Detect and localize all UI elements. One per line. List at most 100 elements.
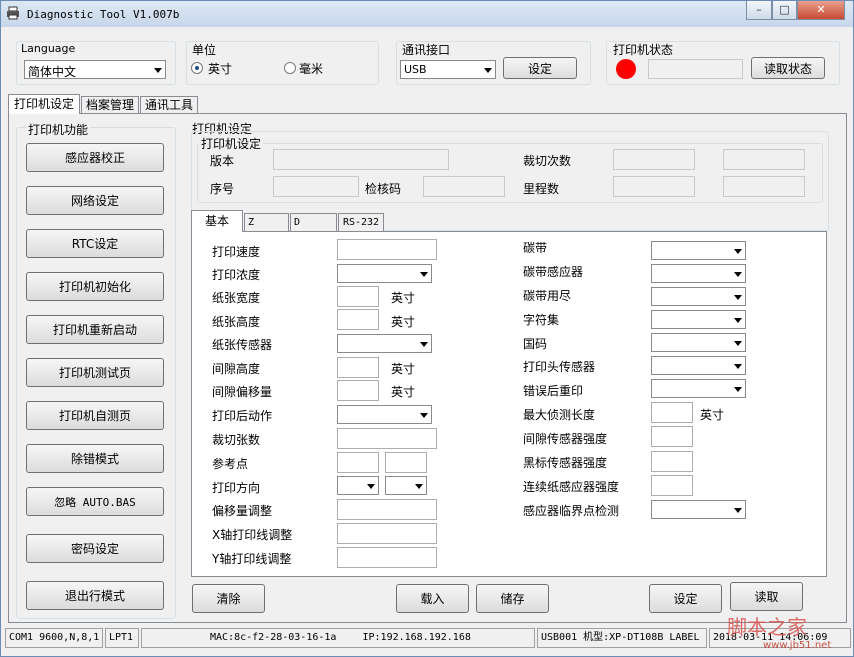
tab-printer-settings[interactable]: 打印机设定 [8, 94, 80, 114]
clear-button[interactable]: 清除 [192, 584, 265, 613]
tab-file-management[interactable]: 档案管理 [81, 96, 139, 114]
checksum-field [423, 176, 505, 197]
max-detect-length-field[interactable] [651, 402, 693, 423]
cut-count-label: 裁切次数 [523, 154, 572, 168]
paper-sensor-select[interactable] [337, 334, 432, 353]
read-status-button[interactable]: 读取状态 [751, 57, 825, 79]
save-button[interactable]: 储存 [476, 584, 549, 613]
title-bar[interactable]: Diagnostic Tool V1.007b – □ ✕ [1, 1, 853, 27]
x-line-adjust-field[interactable] [337, 523, 437, 544]
head-sensor-select[interactable] [651, 356, 746, 375]
gap-sensor-strength-field[interactable] [651, 426, 693, 447]
chevron-down-icon [154, 68, 162, 73]
load-button[interactable]: 载入 [396, 584, 469, 613]
read-button[interactable]: 读取 [730, 582, 803, 611]
printer-test-page-button[interactable]: 打印机测试页 [26, 358, 164, 387]
version-field [273, 149, 449, 170]
sensor-threshold-label: 感应器临界点检测 [523, 504, 620, 518]
window-title: Diagnostic Tool V1.007b [27, 8, 180, 21]
chevron-down-icon [484, 68, 492, 73]
subtab-d[interactable]: D [290, 213, 337, 232]
subtab-rs232[interactable]: RS-232 [338, 213, 384, 232]
debug-mode-button[interactable]: 除错模式 [26, 444, 164, 473]
ribbon-select[interactable] [651, 241, 746, 260]
serial-field [273, 176, 359, 197]
paper-height-unit: 英寸 [391, 315, 416, 329]
continuous-sensor-strength-field[interactable] [651, 475, 693, 496]
rtc-settings-button[interactable]: RTC设定 [26, 229, 164, 258]
reference-y-field[interactable] [385, 452, 427, 473]
network-settings-button[interactable]: 网络设定 [26, 186, 164, 215]
print-density-label: 打印浓度 [212, 268, 261, 282]
reprint-after-error-select[interactable] [651, 379, 746, 398]
printer-restart-button[interactable]: 打印机重新启动 [26, 315, 164, 344]
maximize-icon[interactable]: □ [772, 1, 797, 20]
comm-value: USB [404, 63, 427, 76]
printer-self-test-button[interactable]: 打印机自测页 [26, 401, 164, 430]
chevron-down-icon [415, 484, 423, 489]
print-mirror-select[interactable] [385, 476, 427, 495]
printer-init-button[interactable]: 打印机初始化 [26, 272, 164, 301]
set-button[interactable]: 设定 [649, 584, 722, 613]
gap-offset-label: 间隙偏移量 [212, 385, 273, 399]
offset-adjust-field[interactable] [337, 499, 437, 520]
ribbon-sensor-select[interactable] [651, 264, 746, 283]
cut-sheets-field[interactable] [337, 428, 437, 449]
minimize-icon[interactable]: – [746, 1, 772, 20]
reprint-after-error-label: 错误后重印 [523, 384, 584, 398]
comm-set-button[interactable]: 设定 [503, 57, 577, 79]
status-light-icon [616, 59, 636, 79]
paper-width-unit: 英寸 [391, 291, 416, 305]
offset-adjust-label: 偏移量调整 [212, 504, 273, 518]
black-mark-strength-field[interactable] [651, 451, 693, 472]
subtab-basic[interactable]: 基本 [191, 210, 243, 232]
sensor-calibration-button[interactable]: 感应器校正 [26, 143, 164, 172]
y-line-adjust-label: Y轴打印线调整 [212, 552, 292, 566]
gap-height-field[interactable] [337, 357, 379, 378]
gap-height-label: 间隙高度 [212, 362, 261, 376]
tab-comm-tools[interactable]: 通讯工具 [140, 96, 198, 114]
unit-mm-radio[interactable] [284, 62, 296, 74]
comm-select[interactable]: USB [400, 60, 496, 79]
gap-height-unit: 英寸 [391, 362, 416, 376]
charset-select[interactable] [651, 310, 746, 329]
paper-width-field[interactable] [337, 286, 379, 307]
paper-height-label: 纸张高度 [212, 315, 261, 329]
chevron-down-icon [734, 387, 742, 392]
version-label: 版本 [210, 154, 235, 168]
comm-label: 通讯接口 [402, 43, 451, 57]
paper-height-field[interactable] [337, 309, 379, 330]
printer-icon [7, 6, 19, 20]
language-select[interactable]: 简体中文 [24, 60, 166, 79]
exit-line-mode-button[interactable]: 退出行模式 [26, 581, 164, 610]
password-settings-button[interactable]: 密码设定 [26, 534, 164, 563]
print-direction-select[interactable] [337, 476, 379, 495]
ribbon-end-select[interactable] [651, 287, 746, 306]
watermark-logo: 脚本之家 [727, 615, 807, 639]
gap-offset-field[interactable] [337, 380, 379, 401]
mileage-field-2 [723, 176, 805, 197]
y-line-adjust-field[interactable] [337, 547, 437, 568]
statusbar-com: COM1 9600,N,8,1 [5, 628, 103, 648]
close-icon[interactable]: ✕ [797, 1, 845, 20]
print-speed-field[interactable] [337, 239, 437, 260]
unit-inch-radio[interactable] [191, 62, 203, 74]
sensor-threshold-select[interactable] [651, 500, 746, 519]
app-window: Diagnostic Tool V1.007b – □ ✕ Language 简… [0, 0, 854, 657]
max-detect-length-unit: 英寸 [700, 408, 725, 422]
unit-inch-label: 英寸 [208, 62, 233, 76]
black-mark-strength-label: 黑标传感器强度 [523, 456, 608, 470]
country-code-select[interactable] [651, 333, 746, 352]
language-label: Language [21, 42, 76, 55]
subtab-z[interactable]: Z [244, 213, 289, 232]
gap-offset-unit: 英寸 [391, 385, 416, 399]
ignore-autobas-button[interactable]: 忽略 AUTO.BAS [26, 487, 164, 516]
post-print-action-select[interactable] [337, 405, 432, 424]
gap-sensor-strength-label: 间隙传感器强度 [523, 432, 608, 446]
head-sensor-label: 打印头传感器 [523, 360, 596, 374]
reference-x-field[interactable] [337, 452, 379, 473]
print-density-select[interactable] [337, 264, 432, 283]
chevron-down-icon [734, 341, 742, 346]
language-value: 简体中文 [28, 65, 77, 79]
country-code-label: 国码 [523, 337, 548, 351]
